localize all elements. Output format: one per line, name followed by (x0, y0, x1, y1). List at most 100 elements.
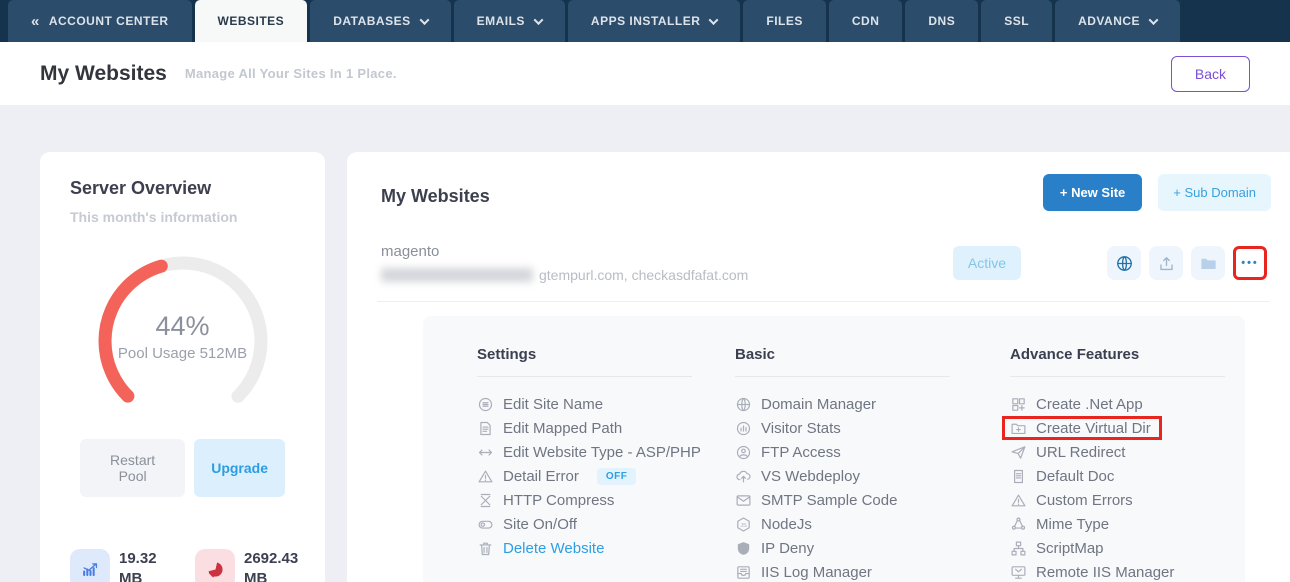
chevron-down-icon (1149, 15, 1159, 25)
nav-tab-files[interactable]: FILES (743, 0, 826, 42)
bandwidth-value: 19.32 MB (119, 549, 181, 582)
bandwidth-stat: 19.32 MB Bandwidth (70, 549, 181, 582)
feature-custom-errors[interactable]: Custom Errors (1010, 488, 1225, 512)
grid-plus-icon (1010, 396, 1027, 413)
stats-circle-icon (735, 420, 752, 437)
off-badge: OFF (597, 468, 637, 485)
nav-tab-ssl[interactable]: SSL (981, 0, 1052, 42)
compress-icon (477, 492, 494, 509)
more-ellipsis-icon[interactable]: ••• (1233, 246, 1267, 280)
server-overview-card: Server Overview This month's information… (40, 152, 325, 582)
status-badge[interactable]: Active (953, 246, 1021, 280)
pool-usage-label: Pool Usage 512MB (76, 345, 290, 362)
user-circle-icon (735, 444, 752, 461)
nav-tab-account-center[interactable]: « ACCOUNT CENTER (8, 0, 192, 42)
settings-column: Settings Edit Site Name Edit Mapped Path… (477, 346, 692, 582)
new-site-button[interactable]: + New Site (1043, 174, 1142, 211)
feature-ip-deny[interactable]: IP Deny (735, 536, 950, 560)
top-navigation: « ACCOUNT CENTER WEBSITES DATABASES EMAI… (0, 0, 1290, 42)
folder-plus-icon (1010, 420, 1027, 437)
folder-icon[interactable] (1191, 246, 1225, 280)
cloud-upload-icon (735, 468, 752, 485)
publish-icon[interactable] (1149, 246, 1183, 280)
feature-iis-log-manager[interactable]: IIS Log Manager (735, 560, 950, 582)
feature-http-compress[interactable]: HTTP Compress (477, 488, 692, 512)
server-overview-title: Server Overview (70, 178, 295, 199)
tray-icon (735, 564, 752, 581)
divider (377, 301, 1269, 302)
feature-vs-webdeploy[interactable]: VS Webdeploy (735, 464, 950, 488)
restart-pool-button[interactable]: Restart Pool (80, 439, 185, 497)
warning-icon (1010, 492, 1027, 509)
redacted-domain (381, 268, 533, 282)
bandwidth-chart-icon (70, 549, 110, 582)
sitemap-icon (1010, 540, 1027, 557)
advance-features-column: Advance Features Create .Net App Create … (1010, 346, 1225, 582)
nav-tab-databases[interactable]: DATABASES (310, 0, 450, 42)
site-domains: gtempurl.com, checkasdfafat.com (539, 267, 748, 283)
pool-usage-percent: 44% (76, 311, 290, 342)
websites-card-title: My Websites (381, 186, 490, 207)
file-text-icon (477, 420, 494, 437)
feature-create-net-app[interactable]: Create .Net App (1010, 392, 1225, 416)
feature-visitor-stats[interactable]: Visitor Stats (735, 416, 950, 440)
feature-edit-site-name[interactable]: Edit Site Name (477, 392, 692, 416)
globe-icon[interactable] (1107, 246, 1141, 280)
upgrade-button[interactable]: Upgrade (194, 439, 285, 497)
feature-remote-iis-manager[interactable]: Remote IIS Manager (1010, 560, 1225, 582)
page-subtitle: Manage All Your Sites In 1 Place. (185, 66, 397, 81)
nav-tab-dns[interactable]: DNS (905, 0, 978, 42)
nav-tab-websites[interactable]: WEBSITES (195, 0, 308, 42)
nav-tab-advance[interactable]: ADVANCE (1055, 0, 1180, 42)
feature-edit-website-type[interactable]: Edit Website Type - ASP/PHP (477, 440, 692, 464)
nodejs-icon (735, 516, 752, 533)
chevron-down-icon (419, 15, 429, 25)
settings-column-title: Settings (477, 346, 692, 377)
page-title: My Websites (40, 62, 167, 86)
feature-mime-type[interactable]: Mime Type (1010, 512, 1225, 536)
disk-space-stat: 2692.43 MB Disk Space (195, 549, 306, 582)
nav-tab-apps-installer[interactable]: APPS INSTALLER (568, 0, 740, 42)
feature-domain-manager[interactable]: Domain Manager (735, 392, 950, 416)
warning-icon (477, 468, 494, 485)
feature-scriptmap[interactable]: ScriptMap (1010, 536, 1225, 560)
feature-detail-error[interactable]: Detail Error OFF (477, 464, 692, 488)
disk-space-value: 2692.43 MB (244, 549, 306, 582)
mail-icon (735, 492, 752, 509)
feature-ftp-access[interactable]: FTP Access (735, 440, 950, 464)
website-row: magento gtempurl.com, checkasdfafat.com … (381, 243, 1271, 301)
globe-icon (735, 396, 752, 413)
page-header: My Websites Manage All Your Sites In 1 P… (0, 42, 1290, 105)
arrows-horizontal-icon (477, 444, 494, 461)
mime-circle-icon (1010, 516, 1027, 533)
basic-column: Basic Domain Manager Visitor Stats FTP A… (735, 346, 950, 582)
feature-delete-website[interactable]: Delete Website (477, 536, 692, 560)
disk-pie-icon (195, 549, 235, 582)
list-circle-icon (477, 396, 494, 413)
nav-tab-cdn[interactable]: CDN (829, 0, 903, 42)
site-features-panel: Settings Edit Site Name Edit Mapped Path… (423, 316, 1245, 582)
feature-default-doc[interactable]: Default Doc (1010, 464, 1225, 488)
feature-nodejs[interactable]: NodeJs (735, 512, 950, 536)
back-button[interactable]: Back (1171, 56, 1250, 92)
paper-plane-icon (1010, 444, 1027, 461)
feature-create-virtual-dir[interactable]: Create Virtual Dir (1010, 416, 1225, 440)
chevron-down-icon (533, 15, 543, 25)
shield-icon (735, 540, 752, 557)
chevron-down-icon (709, 15, 719, 25)
trash-icon (477, 540, 494, 557)
advance-column-title: Advance Features (1010, 346, 1225, 377)
server-overview-subtitle: This month's information (70, 209, 295, 225)
feature-site-on-off[interactable]: Site On/Off (477, 512, 692, 536)
nav-tab-emails[interactable]: EMAILS (454, 0, 565, 42)
pool-usage-gauge: 44% Pool Usage 512MB (76, 253, 290, 413)
site-name: magento (381, 243, 748, 260)
feature-smtp-sample-code[interactable]: SMTP Sample Code (735, 488, 950, 512)
feature-edit-mapped-path[interactable]: Edit Mapped Path (477, 416, 692, 440)
document-icon (1010, 468, 1027, 485)
sub-domain-button[interactable]: + Sub Domain (1158, 174, 1271, 211)
monitor-icon (1010, 564, 1027, 581)
double-chevron-left-icon: « (31, 13, 40, 30)
toggle-icon (477, 516, 494, 533)
feature-url-redirect[interactable]: URL Redirect (1010, 440, 1225, 464)
